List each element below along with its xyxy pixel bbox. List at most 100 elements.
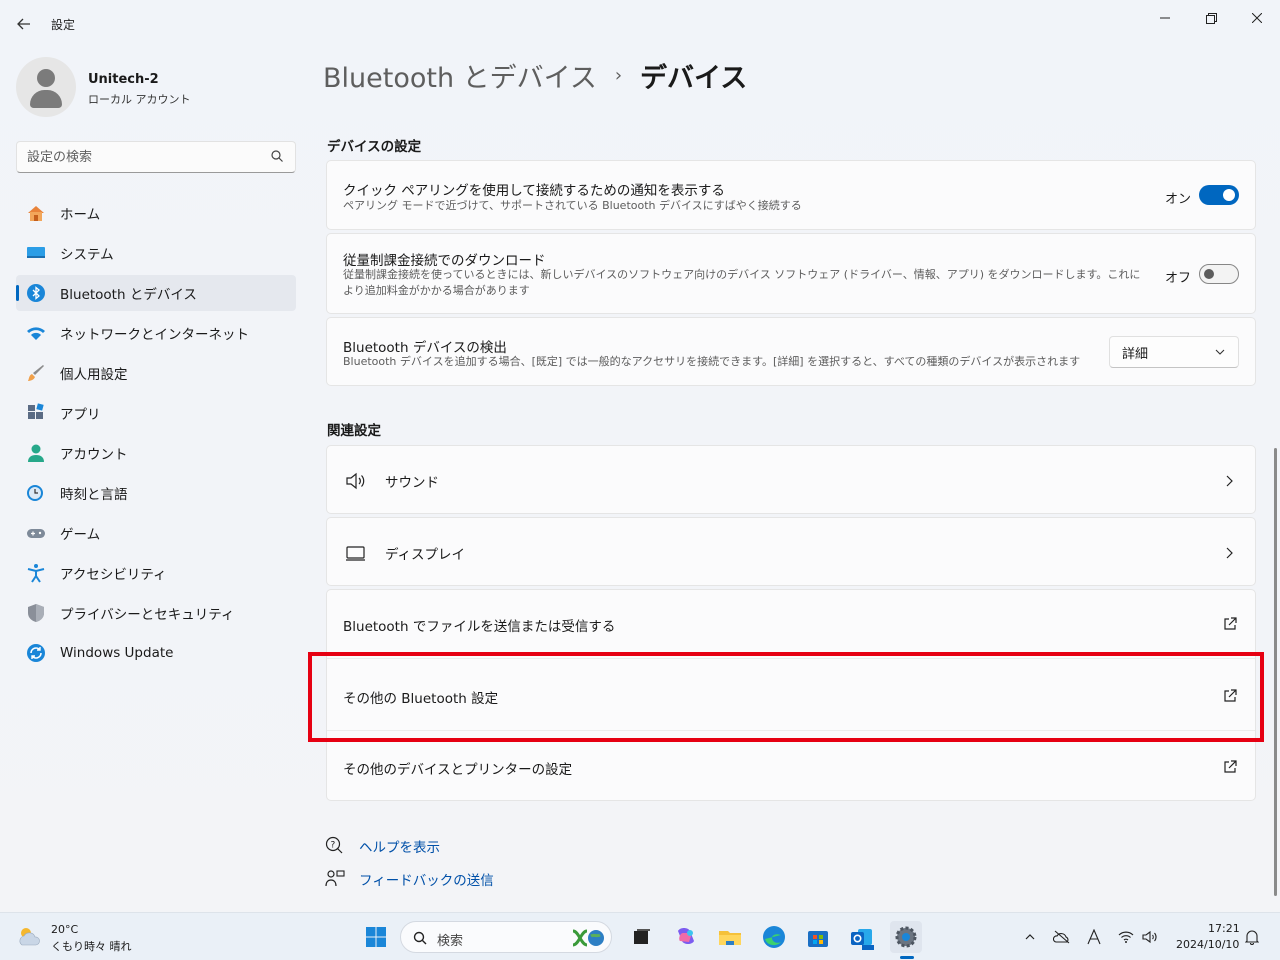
ime-indicator[interactable] [1084, 927, 1104, 947]
send-feedback-link[interactable]: フィードバックの送信 [359, 869, 494, 889]
sidebar-item-accounts[interactable]: アカウント [16, 435, 296, 471]
clock-time[interactable]: 17:21 [1208, 922, 1240, 935]
back-arrow-icon [17, 18, 30, 30]
folder-icon [719, 931, 741, 945]
start-button[interactable] [360, 921, 392, 953]
volume-tray-button[interactable] [1140, 927, 1160, 947]
task-view-button[interactable] [626, 921, 658, 953]
restore-button[interactable] [1188, 6, 1234, 30]
weather-condition: くもり時々 晴れ [51, 940, 132, 953]
sidebar-item-accessibility[interactable]: アクセシビリティ [16, 555, 296, 591]
swift-pair-state-label: オン [1165, 192, 1192, 207]
partly-cloudy-icon[interactable] [16, 925, 44, 947]
title-bar: 設定 [0, 0, 1280, 46]
taskbar: 20°C くもり時々 晴れ 検索 17:21 2024/10/10 [0, 912, 1280, 960]
metered-download-desc: 従量制課金接続を使っているときには、新しいデバイスのソフトウェア向けのデバイス … [343, 268, 1141, 297]
notification-button[interactable] [1242, 927, 1262, 947]
minimize-button[interactable] [1142, 6, 1188, 30]
edge-icon [763, 926, 785, 948]
close-button[interactable] [1234, 6, 1280, 30]
sidebar-item-label: プライバシーとセキュリティ [60, 607, 235, 623]
network-tray-button[interactable] [1116, 927, 1136, 947]
device-settings-heading: デバイスの設定 [327, 139, 422, 155]
swift-pair-toggle[interactable] [1199, 185, 1239, 205]
metered-download-title: 従量制課金接続でのダウンロード [343, 253, 546, 269]
onedrive-tray-button[interactable] [1052, 927, 1072, 947]
sidebar-item-network[interactable]: ネットワークとインターネット [16, 315, 296, 351]
related-display-card[interactable]: ディスプレイ [326, 517, 1256, 586]
device-discovery-dropdown[interactable]: 詳細 [1109, 336, 1239, 368]
send-receive-files-row[interactable]: Bluetooth でファイルを送信または受信する [327, 590, 1255, 659]
cloud-off-icon [1053, 930, 1070, 944]
home-icon [28, 206, 44, 221]
send-receive-files-label: Bluetooth でファイルを送信または受信する [343, 619, 616, 635]
user-name: Unitech-2 [88, 72, 159, 87]
back-button[interactable] [12, 12, 36, 36]
show-hidden-icons-button[interactable] [1020, 927, 1040, 947]
time-language-icon [27, 485, 43, 501]
store-icon [808, 931, 828, 947]
dropdown-selected-value: 詳細 [1122, 346, 1149, 362]
active-app-indicator [900, 956, 914, 959]
devices-printers-label: その他のデバイスとプリンターの設定 [343, 762, 573, 778]
account-icon [28, 444, 44, 462]
store-button[interactable] [802, 921, 834, 953]
search-input[interactable] [27, 148, 267, 166]
sidebar-item-system[interactable]: システム [16, 235, 296, 271]
update-icon [27, 644, 45, 662]
search-highlight-icon [572, 929, 604, 947]
sidebar-item-windows-update[interactable]: Windows Update [16, 635, 296, 671]
settings-search-box[interactable] [16, 141, 296, 173]
avatar[interactable] [16, 57, 76, 117]
sidebar-item-bluetooth[interactable]: Bluetooth とデバイス [16, 275, 296, 311]
gear-icon [895, 926, 917, 948]
metered-download-card: 従量制課金接続でのダウンロード 従量制課金接続を使っているときには、新しいデバイ… [326, 233, 1256, 314]
sidebar-item-time-language[interactable]: 時刻と言語 [16, 475, 296, 511]
sidebar-item-label: システム [60, 247, 114, 263]
minimize-icon [1160, 17, 1170, 19]
taskbar-search-label: 検索 [437, 934, 464, 949]
sidebar-item-label: アクセシビリティ [60, 567, 167, 583]
taskbar-search-box[interactable]: 検索 [400, 921, 612, 953]
outlook-button[interactable] [846, 921, 878, 953]
account-type: ローカル アカウント [88, 93, 191, 106]
device-discovery-desc: Bluetooth デバイスを追加する場合、[既定] では一般的なアクセサリを接… [343, 355, 1081, 368]
related-sound-card[interactable]: サウンド [326, 445, 1256, 514]
bluetooth-icon [27, 284, 45, 302]
task-view-icon [634, 929, 650, 944]
scrollbar[interactable] [1274, 448, 1277, 896]
feedback-icon [325, 870, 345, 887]
edge-button[interactable] [758, 921, 790, 953]
related-settings-heading: 関連設定 [327, 423, 381, 439]
restore-icon [1205, 12, 1217, 24]
page-title: デバイス [640, 63, 748, 94]
search-icon [413, 931, 427, 945]
sidebar-item-label: 個人用設定 [60, 367, 128, 383]
sidebar-item-gaming[interactable]: ゲーム [16, 515, 296, 551]
related-sound-label: サウンド [385, 475, 439, 491]
get-help-link[interactable]: ヘルプを表示 [359, 836, 440, 856]
sidebar-item-label: Windows Update [60, 645, 174, 661]
sidebar-item-personalization[interactable]: 個人用設定 [16, 355, 296, 391]
sidebar-item-privacy[interactable]: プライバシーとセキュリティ [16, 595, 296, 631]
close-icon [1252, 13, 1262, 23]
devices-printers-row[interactable]: その他のデバイスとプリンターの設定 [327, 733, 1255, 801]
swift-pair-title: クイック ペアリングを使用して接続するための通知を表示する [343, 183, 725, 199]
volume-icon [1142, 930, 1157, 944]
file-explorer-button[interactable] [714, 921, 746, 953]
help-icon: ? [325, 836, 343, 854]
copilot-button[interactable] [670, 921, 702, 953]
clock-date[interactable]: 2024/10/10 [1176, 938, 1239, 951]
sidebar-item-apps[interactable]: アプリ [16, 395, 296, 431]
sidebar-item-home[interactable]: ホーム [16, 195, 296, 231]
settings-taskbar-button[interactable] [890, 921, 922, 953]
gamepad-icon [27, 529, 45, 538]
breadcrumb-parent[interactable]: Bluetooth とデバイス [323, 56, 597, 95]
weather-temperature: 20°C [51, 923, 79, 936]
metered-download-toggle[interactable] [1199, 264, 1239, 284]
related-display-label: ディスプレイ [385, 547, 466, 563]
chevron-down-icon [1215, 349, 1225, 355]
sidebar-item-label: 時刻と言語 [60, 487, 128, 503]
search-icon[interactable] [271, 150, 283, 162]
sidebar-item-label: アプリ [60, 407, 101, 423]
